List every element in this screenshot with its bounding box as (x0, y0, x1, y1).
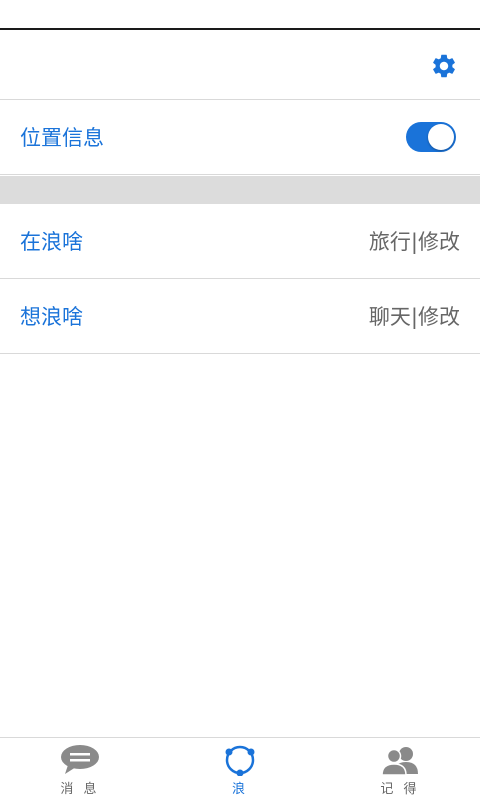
location-toggle[interactable] (406, 122, 456, 152)
current-activity-value[interactable]: 旅行|修改 (369, 226, 460, 256)
current-activity-row[interactable]: 在浪啥 旅行|修改 (0, 204, 480, 279)
desired-activity-value[interactable]: 聊天|修改 (369, 301, 460, 331)
current-activity-label: 在浪啥 (20, 230, 83, 254)
section-gap (0, 176, 480, 204)
toggle-knob (428, 124, 454, 150)
bottom-tab-bar: 消 息 浪 记 得 (0, 737, 480, 800)
desired-activity-row[interactable]: 想浪啥 聊天|修改 (0, 279, 480, 354)
location-label: 位置信息 (20, 126, 104, 150)
wave-circle-icon (225, 745, 255, 776)
header-bar (0, 32, 480, 100)
tab-wave-label: 浪 (231, 782, 248, 797)
tab-wave[interactable]: 浪 (160, 738, 320, 800)
tab-messages-label: 消 息 (60, 782, 100, 797)
chat-bubble-icon (61, 745, 99, 774)
tab-remember[interactable]: 记 得 (320, 738, 480, 800)
gear-icon[interactable] (430, 52, 458, 80)
desired-activity-label: 想浪啥 (20, 305, 83, 329)
contacts-icon (381, 747, 418, 776)
tab-remember-label: 记 得 (380, 782, 420, 797)
location-row: 位置信息 (0, 100, 480, 175)
tab-messages[interactable]: 消 息 (0, 738, 160, 800)
status-bar (0, 0, 480, 30)
